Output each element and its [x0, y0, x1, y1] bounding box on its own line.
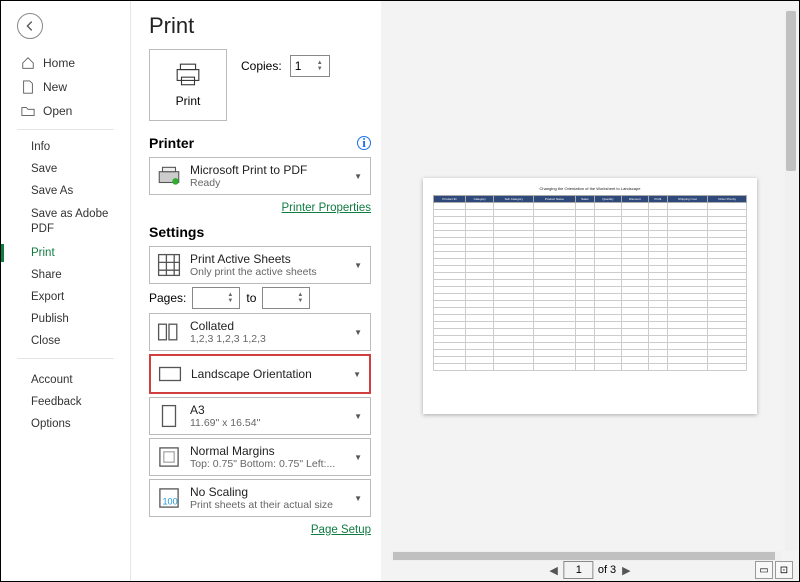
orientation-select[interactable]: Landscape Orientation ▼	[149, 354, 371, 394]
nav-save[interactable]: Save	[1, 158, 130, 180]
pages-label: Pages:	[149, 291, 186, 305]
pages-to-input[interactable]: ▲▼	[262, 287, 310, 309]
nav-info[interactable]: Info	[1, 136, 130, 158]
nav-options[interactable]: Options	[1, 413, 130, 435]
horizontal-scrollbar[interactable]	[391, 551, 781, 561]
back-button[interactable]	[17, 13, 43, 39]
page-total: of 3	[598, 564, 616, 576]
chevron-down-icon: ▼	[352, 412, 364, 421]
print-button[interactable]: Print	[149, 49, 227, 121]
preview-title: Changing the Orientation of the Workshee…	[433, 186, 747, 191]
nav-save-adobe[interactable]: Save as Adobe PDF	[1, 202, 130, 242]
nav-home[interactable]: Home	[1, 51, 130, 75]
zoom-page-button[interactable]: ⊡	[775, 561, 793, 579]
chevron-down-icon: ▼	[351, 370, 363, 379]
folder-icon	[21, 104, 35, 118]
sidebar: Home New Open Info Save Save As Save as …	[1, 1, 131, 581]
scaling-select[interactable]: 100 No ScalingPrint sheets at their actu…	[149, 479, 371, 517]
info-icon[interactable]: i	[357, 136, 371, 150]
margins-select[interactable]: Normal MarginsTop: 0.75" Bottom: 0.75" L…	[149, 438, 371, 476]
svg-text:100: 100	[163, 497, 178, 507]
nav-open[interactable]: Open	[1, 99, 130, 123]
copies-down[interactable]: ▼	[317, 66, 325, 72]
nav-new[interactable]: New	[1, 75, 130, 99]
sheets-icon	[156, 252, 182, 278]
preview-area: Changing the Orientation of the Workshee…	[381, 1, 799, 581]
copies-input[interactable]: 1▲▼	[290, 55, 330, 77]
scaling-icon: 100	[156, 485, 182, 511]
zoom-fit-button[interactable]: ▭	[755, 561, 773, 579]
arrow-left-icon	[23, 19, 37, 33]
printer-properties-link[interactable]: Printer Properties	[282, 202, 371, 214]
nav-print[interactable]: Print	[1, 242, 130, 264]
chevron-down-icon: ▼	[352, 261, 364, 270]
preview-table: Product IDCategorySub CategoryProduct Na…	[433, 195, 747, 371]
pages-to-label: to	[246, 291, 256, 305]
print-what-select[interactable]: Print Active SheetsOnly print the active…	[149, 246, 371, 284]
nav-share[interactable]: Share	[1, 264, 130, 286]
page-number-input[interactable]: 1	[564, 561, 594, 579]
page-title: Print	[149, 13, 371, 39]
nav-save-as[interactable]: Save As	[1, 180, 130, 202]
printer-heading: Printer	[149, 135, 194, 151]
landscape-icon	[157, 361, 183, 387]
collate-icon	[156, 319, 182, 345]
nav-close[interactable]: Close	[1, 330, 130, 352]
settings-panel: Print Print Copies: 1▲▼ Printer i Microso…	[131, 1, 381, 581]
paper-size-select[interactable]: A311.69" x 16.54" ▼	[149, 397, 371, 435]
document-icon	[21, 80, 35, 94]
printer-select[interactable]: Microsoft Print to PDFReady ▼	[149, 157, 371, 195]
vertical-scrollbar[interactable]	[785, 9, 797, 551]
collate-select[interactable]: Collated1,2,3 1,2,3 1,2,3 ▼	[149, 313, 371, 351]
settings-heading: Settings	[149, 224, 204, 240]
nav-feedback[interactable]: Feedback	[1, 391, 130, 413]
paper-icon	[156, 403, 182, 429]
page-preview: Changing the Orientation of the Workshee…	[423, 178, 757, 414]
nav-export[interactable]: Export	[1, 286, 130, 308]
pages-from-input[interactable]: ▲▼	[192, 287, 240, 309]
page-navigation: ◀ 1 of 3 ▶	[547, 561, 632, 579]
home-icon	[21, 56, 35, 70]
next-page-button[interactable]: ▶	[620, 564, 632, 577]
chevron-down-icon: ▼	[352, 328, 364, 337]
nav-account[interactable]: Account	[1, 369, 130, 391]
copies-label: Copies:	[241, 59, 282, 73]
nav-publish[interactable]: Publish	[1, 308, 130, 330]
margins-icon	[156, 444, 182, 470]
chevron-down-icon: ▼	[352, 494, 364, 503]
chevron-down-icon: ▼	[352, 453, 364, 462]
printer-icon	[175, 62, 201, 88]
chevron-down-icon: ▼	[352, 172, 364, 181]
printer-device-icon	[156, 163, 182, 189]
page-setup-link[interactable]: Page Setup	[311, 524, 371, 536]
prev-page-button[interactable]: ◀	[547, 564, 559, 577]
